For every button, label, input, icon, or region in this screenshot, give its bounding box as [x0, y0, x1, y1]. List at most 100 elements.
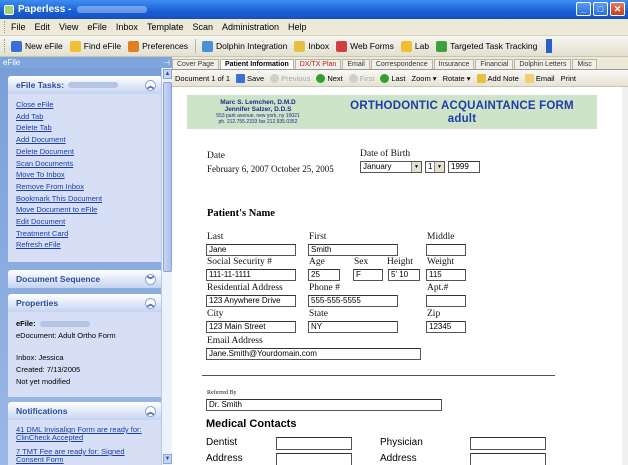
main-toolbar: New eFile Find eFile Preferences Dolphin…: [0, 36, 628, 57]
task-remove-from-inbox[interactable]: Remove From Inbox: [16, 181, 162, 193]
menu-administration[interactable]: Administration: [222, 22, 279, 32]
menu-scan[interactable]: Scan: [192, 22, 213, 32]
task-add-document[interactable]: Add Document: [16, 134, 162, 146]
dolphin-integration-button[interactable]: Dolphin Integration: [201, 40, 287, 52]
save-button[interactable]: Save: [236, 73, 264, 83]
physician-address-field[interactable]: [470, 453, 546, 465]
tab-misc[interactable]: Misc: [572, 59, 597, 69]
dob-year-field[interactable]: 1999: [448, 161, 480, 173]
task-close-efile[interactable]: Close eFile: [16, 99, 162, 111]
new-efile-button[interactable]: New eFile: [11, 40, 63, 52]
menu-file[interactable]: File: [11, 22, 26, 32]
first-button[interactable]: First: [348, 73, 374, 83]
task-delete-document[interactable]: Delete Document: [16, 146, 162, 158]
weight-field[interactable]: 115: [426, 269, 466, 281]
close-button[interactable]: ✕: [610, 2, 625, 16]
divider: [202, 375, 555, 376]
last-button[interactable]: Last: [380, 73, 406, 83]
task-add-tab[interactable]: Add Tab: [16, 111, 162, 123]
find-efile-button[interactable]: Find eFile: [69, 40, 121, 52]
efile-prop-label: eFile:: [16, 319, 36, 328]
dob-day-select[interactable]: 1 ▼: [425, 161, 445, 173]
dentist-address-field[interactable]: [276, 453, 352, 465]
middle-name-field[interactable]: [426, 244, 466, 256]
next-button[interactable]: Next: [316, 73, 343, 83]
practice-phone: ph. 212.755.2333 fax 212.935.0352: [218, 119, 298, 125]
scrollbar-thumb[interactable]: [163, 82, 172, 272]
preferences-button[interactable]: Preferences: [128, 40, 188, 52]
lab-button[interactable]: Lab: [400, 40, 429, 52]
apt-field[interactable]: [426, 295, 466, 307]
tab-financial[interactable]: Financial: [475, 59, 514, 69]
scroll-up-icon[interactable]: ▲: [163, 69, 172, 79]
age-field[interactable]: 25: [308, 269, 340, 281]
task-bookmark[interactable]: Bookmark This Document: [16, 193, 162, 205]
dob-month-select[interactable]: January ▼: [360, 161, 422, 173]
task-pane-scrollbar[interactable]: ▲ ▼: [161, 68, 172, 465]
rotate-dropdown[interactable]: Rotate ▾: [443, 74, 471, 83]
scroll-down-icon[interactable]: ▼: [163, 454, 172, 464]
task-treatment-card[interactable]: Treatment Card: [16, 228, 162, 240]
task-move-to-inbox[interactable]: Move To Inbox: [16, 169, 162, 181]
properties-header[interactable]: Properties ︽: [8, 294, 162, 312]
tab-insurance[interactable]: Insurance: [433, 59, 475, 69]
tab-patient-information[interactable]: Patient Information: [219, 59, 294, 69]
pin-icon[interactable]: ⊣: [163, 58, 170, 67]
state-field[interactable]: NY: [308, 321, 398, 333]
email-button[interactable]: Email: [524, 73, 555, 83]
print-button[interactable]: Print: [561, 74, 576, 83]
menu-help[interactable]: Help: [288, 22, 307, 32]
sex-field[interactable]: F: [353, 269, 383, 281]
referred-by-label: Referred By: [207, 390, 237, 396]
find-icon: [69, 40, 81, 52]
dentist-field[interactable]: [276, 437, 352, 450]
document-sequence-header[interactable]: Document Sequence ︾: [8, 270, 162, 288]
height-field[interactable]: 5' 10: [388, 269, 420, 281]
menu-view[interactable]: View: [59, 22, 78, 32]
preferences-label: Preferences: [142, 41, 188, 51]
last-name-field[interactable]: Jane: [206, 244, 296, 256]
city-field[interactable]: 123 Main Street: [206, 321, 296, 333]
referred-by-field[interactable]: Dr. Smith: [206, 399, 442, 411]
expand-icon[interactable]: ︾: [145, 274, 156, 285]
task-delete-tab[interactable]: Delete Tab: [16, 122, 162, 134]
address-label: Residential Address: [207, 283, 283, 293]
phone-field[interactable]: 555-555-5555: [308, 295, 398, 307]
efile-tasks-header[interactable]: eFile Tasks: ︽: [8, 76, 162, 94]
web-forms-button[interactable]: Web Forms: [336, 40, 394, 52]
tab-dolphin-letters[interactable]: Dolphin Letters: [514, 59, 572, 69]
document-scrollbar[interactable]: [622, 87, 628, 465]
ssn-field[interactable]: 111-11-1111: [206, 269, 296, 281]
notification-item[interactable]: 7 TMT Fee are ready for: Signed Consent …: [16, 448, 151, 464]
tab-cover-page[interactable]: Cover Page: [172, 59, 219, 69]
zip-field[interactable]: 12345: [426, 321, 466, 333]
notifications-header[interactable]: Notifications ︽: [8, 402, 162, 420]
tab-correspondence[interactable]: Correspondence: [370, 59, 433, 69]
inbox-button[interactable]: Inbox: [294, 40, 329, 52]
targeted-task-tracking-button[interactable]: Targeted Task Tracking: [436, 40, 537, 52]
city-label: City: [207, 309, 224, 319]
address-field[interactable]: 123 Anywhere Drive: [206, 295, 296, 307]
maximize-button[interactable]: □: [593, 2, 608, 16]
physician-field[interactable]: [470, 437, 546, 450]
add-note-button[interactable]: Add Note: [476, 73, 519, 83]
menu-template[interactable]: Template: [147, 22, 184, 32]
task-scan-documents[interactable]: Scan Documents: [16, 158, 162, 170]
zoom-dropdown[interactable]: Zoom ▾: [412, 74, 437, 83]
minimize-button[interactable]: _: [576, 2, 591, 16]
task-move-document[interactable]: Move Document to eFile: [16, 204, 162, 216]
menu-inbox[interactable]: Inbox: [116, 22, 138, 32]
task-refresh-efile[interactable]: Refresh eFile: [16, 239, 162, 251]
collapse-icon[interactable]: ︽: [145, 80, 156, 91]
task-edit-document[interactable]: Edit Document: [16, 216, 162, 228]
first-name-field[interactable]: Smith: [308, 244, 398, 256]
previous-button[interactable]: Previous: [270, 73, 310, 83]
menu-edit[interactable]: Edit: [35, 22, 51, 32]
tab-dx-tx-plan[interactable]: DX/TX Plan: [294, 59, 342, 69]
menu-efile[interactable]: eFile: [87, 22, 107, 32]
collapse-icon[interactable]: ︽: [145, 406, 156, 417]
email-address-field[interactable]: Jane.Smith@Yourdomain.com: [206, 348, 421, 360]
notification-item[interactable]: 41 DML Invisalign Form are ready for: Cl…: [16, 426, 151, 442]
tab-email[interactable]: Email: [342, 59, 370, 69]
collapse-icon[interactable]: ︽: [145, 298, 156, 309]
